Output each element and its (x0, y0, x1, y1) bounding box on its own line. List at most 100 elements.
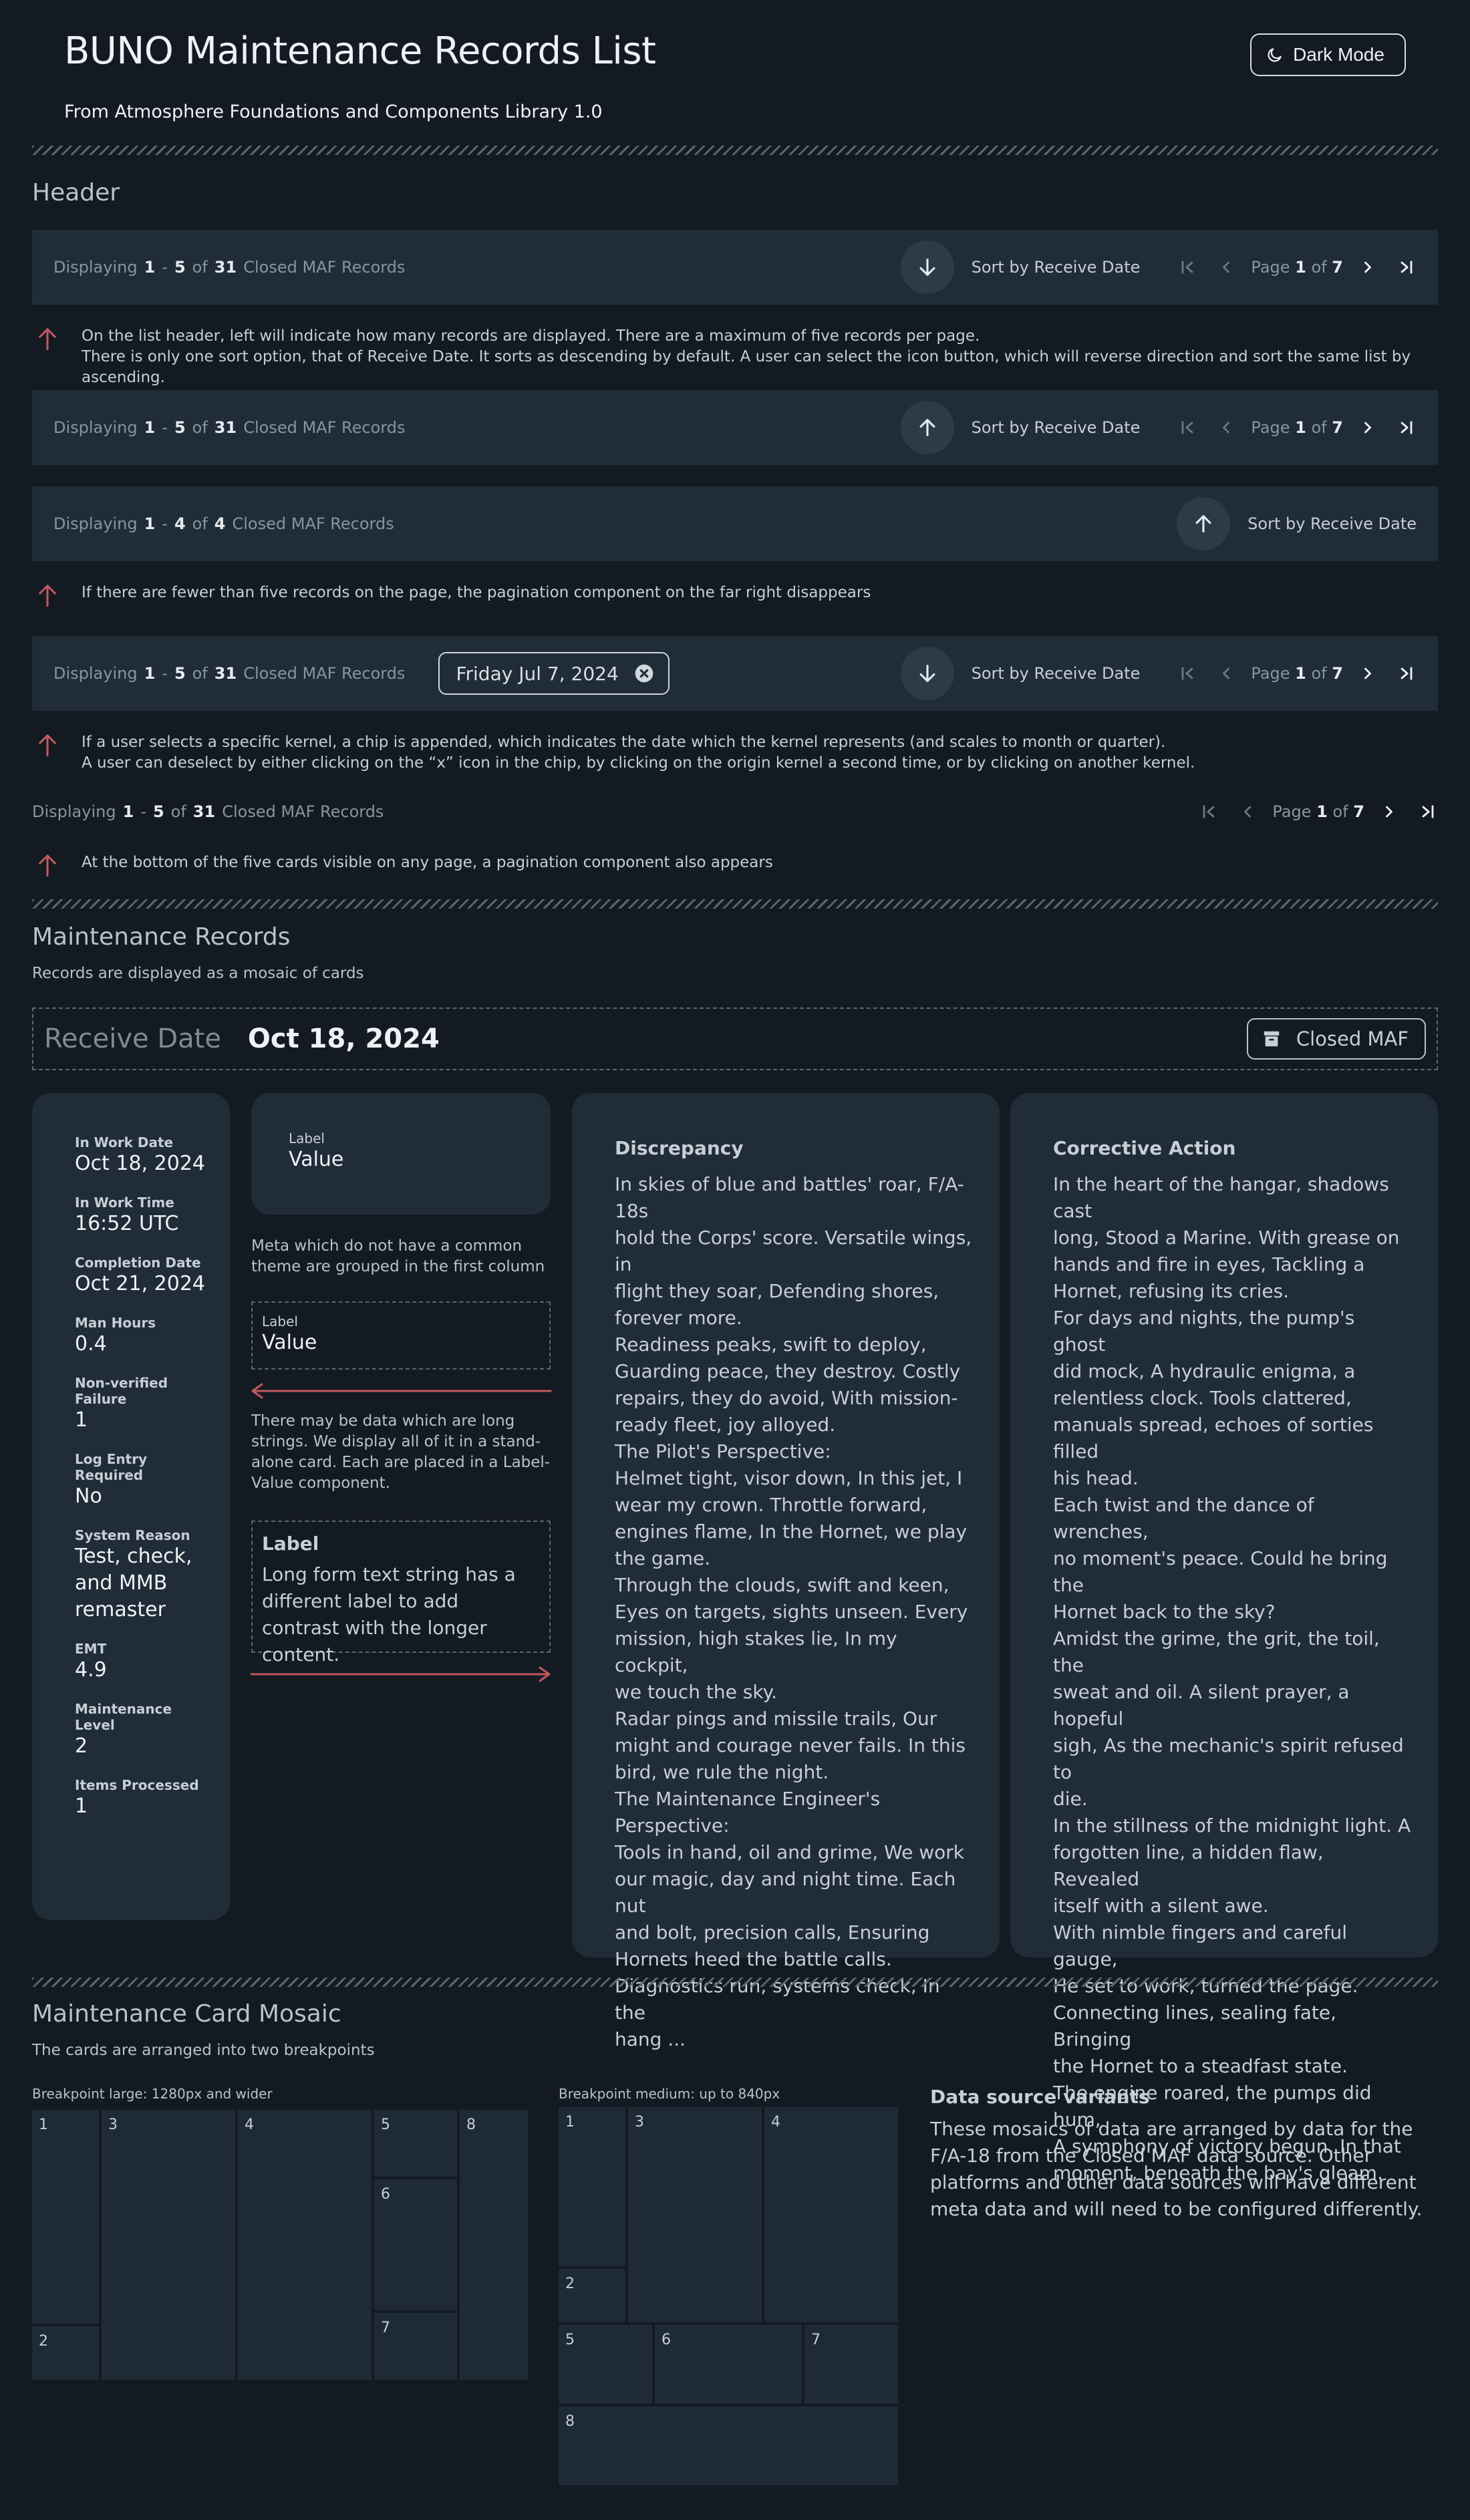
receive-date-label: Receive Date (44, 1023, 221, 1054)
next-page-icon[interactable] (1379, 802, 1399, 822)
mosaic-tile: 1 (32, 2110, 99, 2324)
display-prefix: Displaying (53, 258, 138, 277)
meta-label: In Work Date (75, 1134, 174, 1150)
sort-direction-button[interactable] (900, 241, 954, 294)
display-to: 4 (174, 514, 186, 533)
pagination: Page 1 of 7 (1177, 418, 1417, 438)
note-meta: Meta which do not have a common theme ar… (251, 1237, 545, 1275)
arrow-up-icon (36, 583, 59, 608)
arrow-up-icon (36, 326, 59, 388)
next-page-icon[interactable] (1358, 663, 1378, 683)
mosaic-tile: 8 (460, 2110, 528, 2380)
page-subtitle: From Atmosphere Foundations and Componen… (64, 102, 603, 122)
note-line: On the list header, left will indicate h… (82, 327, 980, 345)
sort-label: Sort by Receive Date (1247, 514, 1417, 533)
prev-page-icon[interactable] (1216, 257, 1236, 277)
note-line: At the bottom of the five cards visible … (82, 854, 773, 871)
arrow-up-icon (1192, 512, 1215, 535)
mosaic-tile: 2 (559, 2269, 625, 2322)
display-of: of (170, 802, 186, 821)
last-page-icon[interactable] (1396, 257, 1417, 277)
display-total: 31 (214, 418, 237, 437)
prev-page-icon[interactable] (1216, 663, 1236, 683)
display-of: of (192, 514, 208, 533)
display-dash: - (162, 418, 168, 437)
page-header: BUNO Maintenance Records List From Atmos… (32, 0, 1438, 122)
label-text: Label (289, 1130, 325, 1146)
breakpoint-medium-label: Breakpoint medium: up to 840px (559, 2086, 780, 2102)
dark-mode-button[interactable]: Dark Mode (1250, 33, 1406, 76)
mosaic-tile: 4 (238, 2110, 372, 2380)
note-chip: If a user selects a specific kernel, a c… (36, 732, 1438, 774)
first-page-icon[interactable] (1199, 802, 1219, 822)
list-header-few-records: Displaying 1 - 4 of 4 Closed MAF Records… (32, 486, 1438, 561)
page-indicator: Page 1 of 7 (1251, 664, 1343, 683)
arrow-up-icon (36, 732, 59, 774)
note-bottom-pagination: At the bottom of the five cards visible … (36, 852, 1438, 878)
last-page-icon[interactable] (1418, 802, 1438, 822)
display-to: 5 (174, 664, 186, 683)
mosaic-medium: 1 2 3 4 5 6 7 8 (559, 2107, 898, 2488)
meta-label: System Reason (75, 1527, 190, 1543)
list-header-with-chip: Displaying 1 - 5 of 31 Closed MAF Record… (32, 636, 1438, 711)
closed-maf-button[interactable]: Closed MAF (1246, 1018, 1426, 1060)
label-text: Label (262, 1313, 298, 1329)
note-line: There is only one sort option, that of R… (82, 348, 1411, 386)
next-page-icon[interactable] (1358, 257, 1378, 277)
meta-value: No (75, 1484, 102, 1508)
sort-direction-button[interactable] (900, 401, 954, 454)
value-text: Value (289, 1148, 344, 1171)
data-source-text: These mosaics of data are arranged by da… (930, 2118, 1423, 2220)
sort-direction-button[interactable] (1177, 497, 1231, 550)
first-page-icon[interactable] (1177, 257, 1197, 277)
mosaic-tile: 7 (804, 2325, 898, 2404)
next-page-icon[interactable] (1358, 418, 1378, 438)
closed-maf-label: Closed MAF (1296, 1028, 1409, 1050)
last-page-icon[interactable] (1396, 418, 1417, 438)
mosaic-tile: 3 (628, 2107, 762, 2322)
close-circle-icon[interactable] (633, 663, 655, 684)
archive-icon (1262, 1029, 1282, 1049)
bottom-pagination-bar: Displaying 1 - 5 of 31 Closed MAF Record… (32, 788, 1438, 835)
display-to: 5 (174, 418, 186, 437)
note-sort: On the list header, left will indicate h… (36, 326, 1438, 388)
mosaic-large: 1 2 3 4 5 6 7 8 (32, 2110, 528, 2380)
display-to: 5 (174, 258, 186, 277)
discrepancy-text: In skies of blue and battles' roar, F/A-… (615, 1173, 972, 2050)
page-indicator: Page 1 of 7 (1251, 418, 1343, 437)
section-subtitle-records: Records are displayed as a mosaic of car… (32, 965, 364, 982)
page-indicator: Page 1 of 7 (1272, 802, 1364, 821)
mosaic-tile: 6 (655, 2325, 802, 2404)
meta-value: 2 (75, 1734, 88, 1758)
data-source-note: Data source variants These mosaics of da… (930, 2086, 1438, 2223)
first-page-icon[interactable] (1177, 418, 1197, 438)
mosaic-tile: 4 (764, 2107, 898, 2322)
meta-label: EMT (75, 1641, 107, 1657)
display-total: 4 (214, 514, 226, 533)
display-total: 31 (192, 802, 216, 821)
dark-mode-label: Dark Mode (1293, 44, 1384, 65)
label-value-card: Label Value (251, 1093, 551, 1215)
last-page-icon[interactable] (1396, 663, 1417, 683)
sort-direction-button[interactable] (900, 647, 954, 700)
pagination: Page 1 of 7 (1199, 802, 1438, 822)
list-header-ascending: Displaying 1 - 5 of 31 Closed MAF Record… (32, 390, 1438, 465)
mosaic-tile: 7 (374, 2313, 457, 2380)
corrective-action-card: Corrective Action In the heart of the ha… (1010, 1093, 1438, 2184)
corrective-text: In the heart of the hangar, shadows cast… (1053, 1173, 1411, 2184)
display-of: of (192, 664, 208, 683)
mosaic-tile: 3 (102, 2110, 235, 2380)
first-page-icon[interactable] (1177, 663, 1197, 683)
meta-value: 4.9 (75, 1658, 107, 1682)
receive-date-value: Oct 18, 2024 (247, 1023, 440, 1054)
display-suffix: Closed MAF Records (243, 418, 406, 437)
prev-page-icon[interactable] (1216, 418, 1236, 438)
discrepancy-card: Discrepancy In skies of blue and battles… (572, 1093, 1000, 2050)
date-filter-chip[interactable]: Friday Jul 7, 2024 (438, 652, 670, 695)
meta-value: Oct 21, 2024 (75, 1272, 205, 1295)
value-text: Long form text string has a different la… (262, 1563, 516, 1666)
corrective-title: Corrective Action (1053, 1137, 1236, 1159)
breakpoint-large-label: Breakpoint large: 1280px and wider (32, 2086, 273, 2102)
prev-page-icon[interactable] (1237, 802, 1258, 822)
meta-value: Oct 18, 2024 (75, 1152, 205, 1175)
